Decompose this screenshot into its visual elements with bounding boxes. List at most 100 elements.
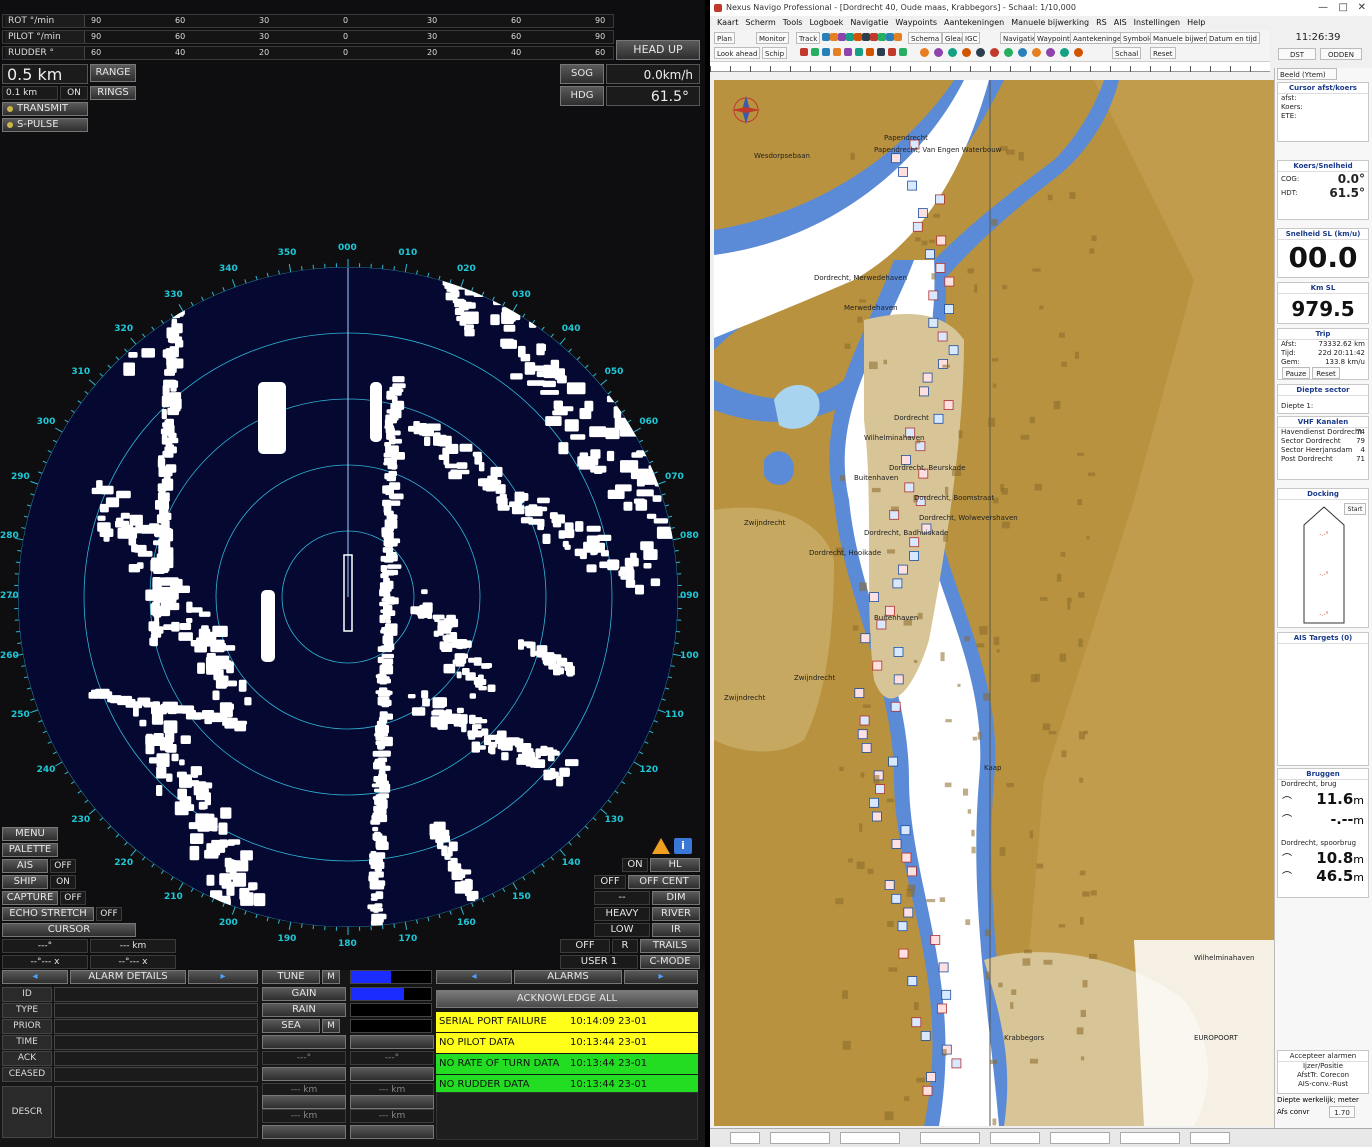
c-mode-button[interactable]: C-MODE: [640, 955, 700, 969]
toolbar-button[interactable]: Schema: [908, 32, 943, 44]
rain-button[interactable]: RAIN: [262, 1003, 346, 1017]
chart-symbol[interactable]: [904, 482, 915, 493]
chart-symbol[interactable]: [951, 1058, 962, 1069]
toolbar-icon[interactable]: [1032, 48, 1041, 57]
tune-level-bar[interactable]: [350, 970, 432, 984]
chart-symbol[interactable]: [926, 1072, 937, 1082]
alarms-prev-button[interactable]: ◂: [436, 970, 512, 984]
alarm-item[interactable]: NO RATE OF TURN DATA 10:13:44 23-01: [436, 1054, 698, 1074]
gain-button[interactable]: GAIN: [262, 987, 346, 1001]
chart-symbol[interactable]: [891, 893, 902, 904]
chart-symbol[interactable]: [869, 592, 880, 602]
menu-item[interactable]: AIS: [1114, 18, 1127, 27]
palette-button[interactable]: PALETTE: [2, 843, 58, 857]
acknowledge-all-button[interactable]: ACKNOWLEDGE ALL: [436, 990, 698, 1008]
chart-symbol[interactable]: [898, 948, 909, 959]
menu-item[interactable]: Kaart: [717, 18, 738, 27]
echo-stretch-state[interactable]: OFF: [96, 907, 122, 921]
chart-symbol[interactable]: [897, 564, 908, 575]
alarm-item[interactable]: SERIAL PORT FAILURE 10:14:09 23-01: [436, 1012, 698, 1032]
chart-symbol[interactable]: [892, 578, 903, 589]
chart-symbol[interactable]: [912, 221, 923, 232]
chart-symbol[interactable]: [872, 660, 883, 671]
close-icon[interactable]: ✕: [1358, 0, 1366, 16]
menu-item[interactable]: Help: [1187, 18, 1205, 27]
chart-symbol[interactable]: [868, 797, 879, 808]
toolbar-button[interactable]: Monitor: [756, 32, 789, 44]
chart-symbol[interactable]: [860, 633, 871, 644]
chart-symbol[interactable]: [922, 1085, 933, 1096]
chart-symbol[interactable]: [871, 811, 882, 822]
off-cent-button[interactable]: OFF CENT: [628, 875, 700, 889]
aux-control-0[interactable]: ---°: [262, 1051, 346, 1065]
toolbar-icon[interactable]: [833, 48, 841, 56]
gain-level-bar[interactable]: [350, 987, 432, 1001]
accept-row-3[interactable]: AIS-conv.-Rust: [1278, 1080, 1368, 1089]
river-state[interactable]: HEAVY: [594, 907, 650, 921]
info-icon[interactable]: i: [674, 838, 692, 854]
chart-symbol[interactable]: [911, 1017, 922, 1028]
aux-button[interactable]: [350, 1035, 434, 1049]
chart-symbol[interactable]: [901, 852, 912, 863]
ais-state[interactable]: OFF: [50, 859, 76, 873]
toolbar-icon[interactable]: [862, 33, 870, 41]
accept-row-1[interactable]: Ijzer/Positie: [1278, 1062, 1368, 1071]
chart-symbol[interactable]: [944, 276, 955, 287]
toolbar-icon[interactable]: [866, 48, 874, 56]
chart-symbol[interactable]: [893, 674, 904, 685]
chart-symbol[interactable]: [917, 208, 928, 219]
chart-symbol[interactable]: [907, 180, 918, 191]
ir-button[interactable]: IR: [652, 923, 700, 937]
toolbar-icon[interactable]: [838, 33, 846, 41]
toolbar-button[interactable]: Reset: [1150, 47, 1176, 59]
trails-mode[interactable]: R: [612, 939, 638, 953]
toolbar-button[interactable]: Schaal: [1112, 47, 1142, 59]
capture-state[interactable]: OFF: [60, 891, 86, 905]
toolbar-button[interactable]: Datum en tijd: [1206, 32, 1260, 44]
ir-state[interactable]: LOW: [594, 923, 650, 937]
toolbar-icon[interactable]: [811, 48, 819, 56]
toolbar-icon[interactable]: [800, 48, 808, 56]
chart-symbol[interactable]: [890, 701, 901, 712]
chart-symbol[interactable]: [857, 729, 868, 740]
chart-symbol[interactable]: [900, 825, 911, 836]
minimize-icon[interactable]: —: [1318, 0, 1328, 16]
chart-symbol[interactable]: [861, 743, 872, 753]
toolbar-icon[interactable]: [844, 48, 852, 56]
toolbar-icon[interactable]: [899, 48, 907, 56]
dst-button[interactable]: DST: [1278, 48, 1316, 60]
aux-control-5[interactable]: --- km: [350, 1109, 434, 1123]
chart-symbol[interactable]: [934, 194, 945, 205]
chart-symbol[interactable]: [891, 153, 902, 164]
toolbar-button[interactable]: IGC: [962, 32, 981, 44]
toolbar-icon[interactable]: [894, 33, 902, 41]
toolbar-button[interactable]: Look ahead: [714, 47, 761, 59]
toolbar-icon[interactable]: [822, 33, 830, 41]
toolbar-icon[interactable]: [870, 33, 878, 41]
chart-symbol[interactable]: [922, 372, 933, 383]
aux-button[interactable]: [262, 1035, 346, 1049]
trails-state[interactable]: OFF: [560, 939, 610, 953]
accept-row-2[interactable]: AfstTr. Corecon: [1278, 1071, 1368, 1080]
toolbar-icon[interactable]: [878, 33, 886, 41]
toolbar-icon[interactable]: [934, 48, 943, 57]
maximize-icon[interactable]: □: [1339, 0, 1348, 16]
river-button[interactable]: RIVER: [652, 907, 700, 921]
tune-manual[interactable]: M: [322, 970, 340, 984]
nautical-chart[interactable]: Papendrecht Papendrecht, Van Engen Waterb…: [714, 80, 1274, 1126]
aux-button[interactable]: [350, 1095, 434, 1109]
toolbar-icon[interactable]: [1004, 48, 1013, 57]
chart-symbol[interactable]: [943, 400, 954, 411]
chart-symbol[interactable]: [938, 962, 949, 973]
dim-button[interactable]: DIM: [652, 891, 700, 905]
radar-ppi-display[interactable]: [0, 0, 705, 1000]
aux-button[interactable]: [350, 1125, 434, 1139]
cursor-button[interactable]: CURSOR: [2, 923, 136, 937]
toolbar-icon[interactable]: [855, 48, 863, 56]
chart-symbol[interactable]: [889, 509, 900, 520]
tune-button[interactable]: TUNE: [262, 970, 320, 984]
alarm-item[interactable]: NO PILOT DATA 10:13:44 23-01: [436, 1033, 698, 1053]
toolbar-icon[interactable]: [886, 33, 894, 41]
echo-stretch-button[interactable]: ECHO STRETCH: [2, 907, 94, 921]
chart-symbol[interactable]: [898, 167, 909, 177]
